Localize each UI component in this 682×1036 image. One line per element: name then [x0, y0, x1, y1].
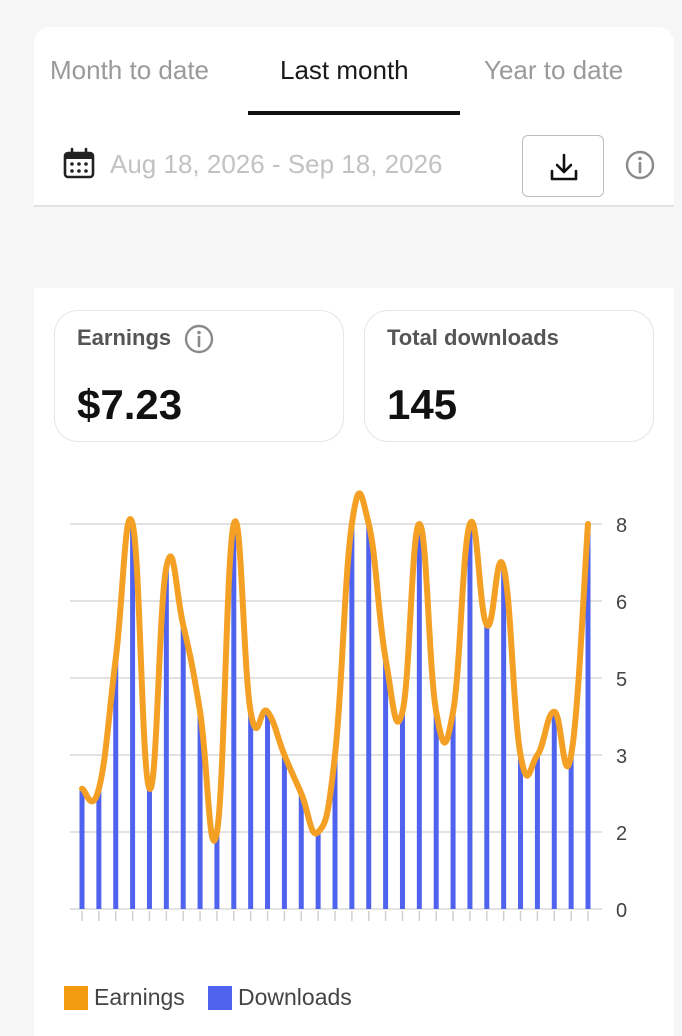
downloads-bar[interactable]	[484, 625, 490, 909]
downloads-value: 145	[387, 381, 458, 428]
y-tick-label: 5	[616, 669, 627, 691]
active-tab-indicator	[248, 111, 460, 115]
legend-label-downloads: Downloads	[238, 984, 352, 1010]
tab-last-month[interactable]: Last month	[280, 55, 409, 86]
downloads-bar[interactable]	[180, 625, 186, 909]
earnings-value: $7.23	[77, 381, 183, 428]
downloads-bar[interactable]	[130, 524, 136, 909]
y-tick-label: 6	[616, 592, 627, 614]
downloads-bar[interactable]	[433, 711, 439, 909]
period-tabs: Month to date Last month Year to date	[34, 27, 674, 117]
downloads-bar[interactable]	[467, 524, 473, 909]
download-icon	[550, 153, 578, 181]
period-card: Month to date Last month Year to date Au…	[34, 27, 674, 207]
legend-swatch-earnings	[64, 986, 88, 1010]
downloads-bar[interactable]	[568, 755, 574, 909]
downloads-bar[interactable]	[534, 755, 540, 909]
download-button[interactable]	[522, 135, 604, 197]
downloads-bar[interactable]	[281, 755, 287, 909]
y-tick-label: 2	[616, 823, 627, 845]
calendar-icon[interactable]	[62, 147, 96, 181]
downloads-bar[interactable]	[79, 788, 85, 909]
y-tick-label: 3	[616, 746, 627, 768]
header-divider	[34, 205, 674, 207]
downloads-bar[interactable]	[96, 788, 102, 909]
date-range-text[interactable]: Aug 18, 2026 - Sep 18, 2026	[110, 149, 443, 180]
downloads-bar[interactable]	[366, 524, 372, 909]
downloads-bar[interactable]	[501, 567, 507, 909]
downloads-stat-card: Total downloads 145	[364, 310, 654, 442]
legend-label-earnings: Earnings	[94, 984, 185, 1010]
tab-year-to-date[interactable]: Year to date	[484, 55, 623, 86]
earnings-label: Earnings	[77, 325, 172, 350]
legend-swatch-downloads	[208, 986, 232, 1010]
y-tick-label: 8	[616, 515, 627, 537]
downloads-bar[interactable]	[265, 711, 271, 909]
y-tick-label: 0	[616, 900, 627, 922]
downloads-bar[interactable]	[248, 711, 254, 909]
downloads-bar[interactable]	[416, 524, 422, 909]
earnings-downloads-chart: 8 6 5 3 2 0	[70, 490, 627, 922]
downloads-bar[interactable]	[383, 658, 389, 909]
downloads-bar[interactable]	[518, 755, 524, 909]
downloads-bar[interactable]	[315, 832, 321, 909]
earnings-info-icon[interactable]	[183, 323, 215, 355]
earnings-stat-card: Earnings $7.23	[54, 310, 344, 442]
chart-section: 8 6 5 3 2 0 Earnings Downloads	[34, 464, 674, 1036]
downloads-bar[interactable]	[551, 711, 557, 909]
stats-section: Earnings $7.23 Total downloads 145	[34, 288, 674, 464]
downloads-bar[interactable]	[450, 711, 456, 909]
earnings-dashboard: Month to date Last month Year to date Au…	[0, 0, 682, 1036]
info-icon[interactable]	[624, 149, 656, 181]
downloads-bar[interactable]	[146, 788, 152, 909]
downloads-label: Total downloads	[387, 325, 559, 350]
date-range-row: Aug 18, 2026 - Sep 18, 2026	[34, 127, 674, 207]
downloads-bar[interactable]	[298, 793, 304, 910]
tab-month-to-date[interactable]: Month to date	[50, 55, 209, 86]
downloads-bar[interactable]	[399, 711, 405, 909]
downloads-bar[interactable]	[349, 524, 355, 909]
